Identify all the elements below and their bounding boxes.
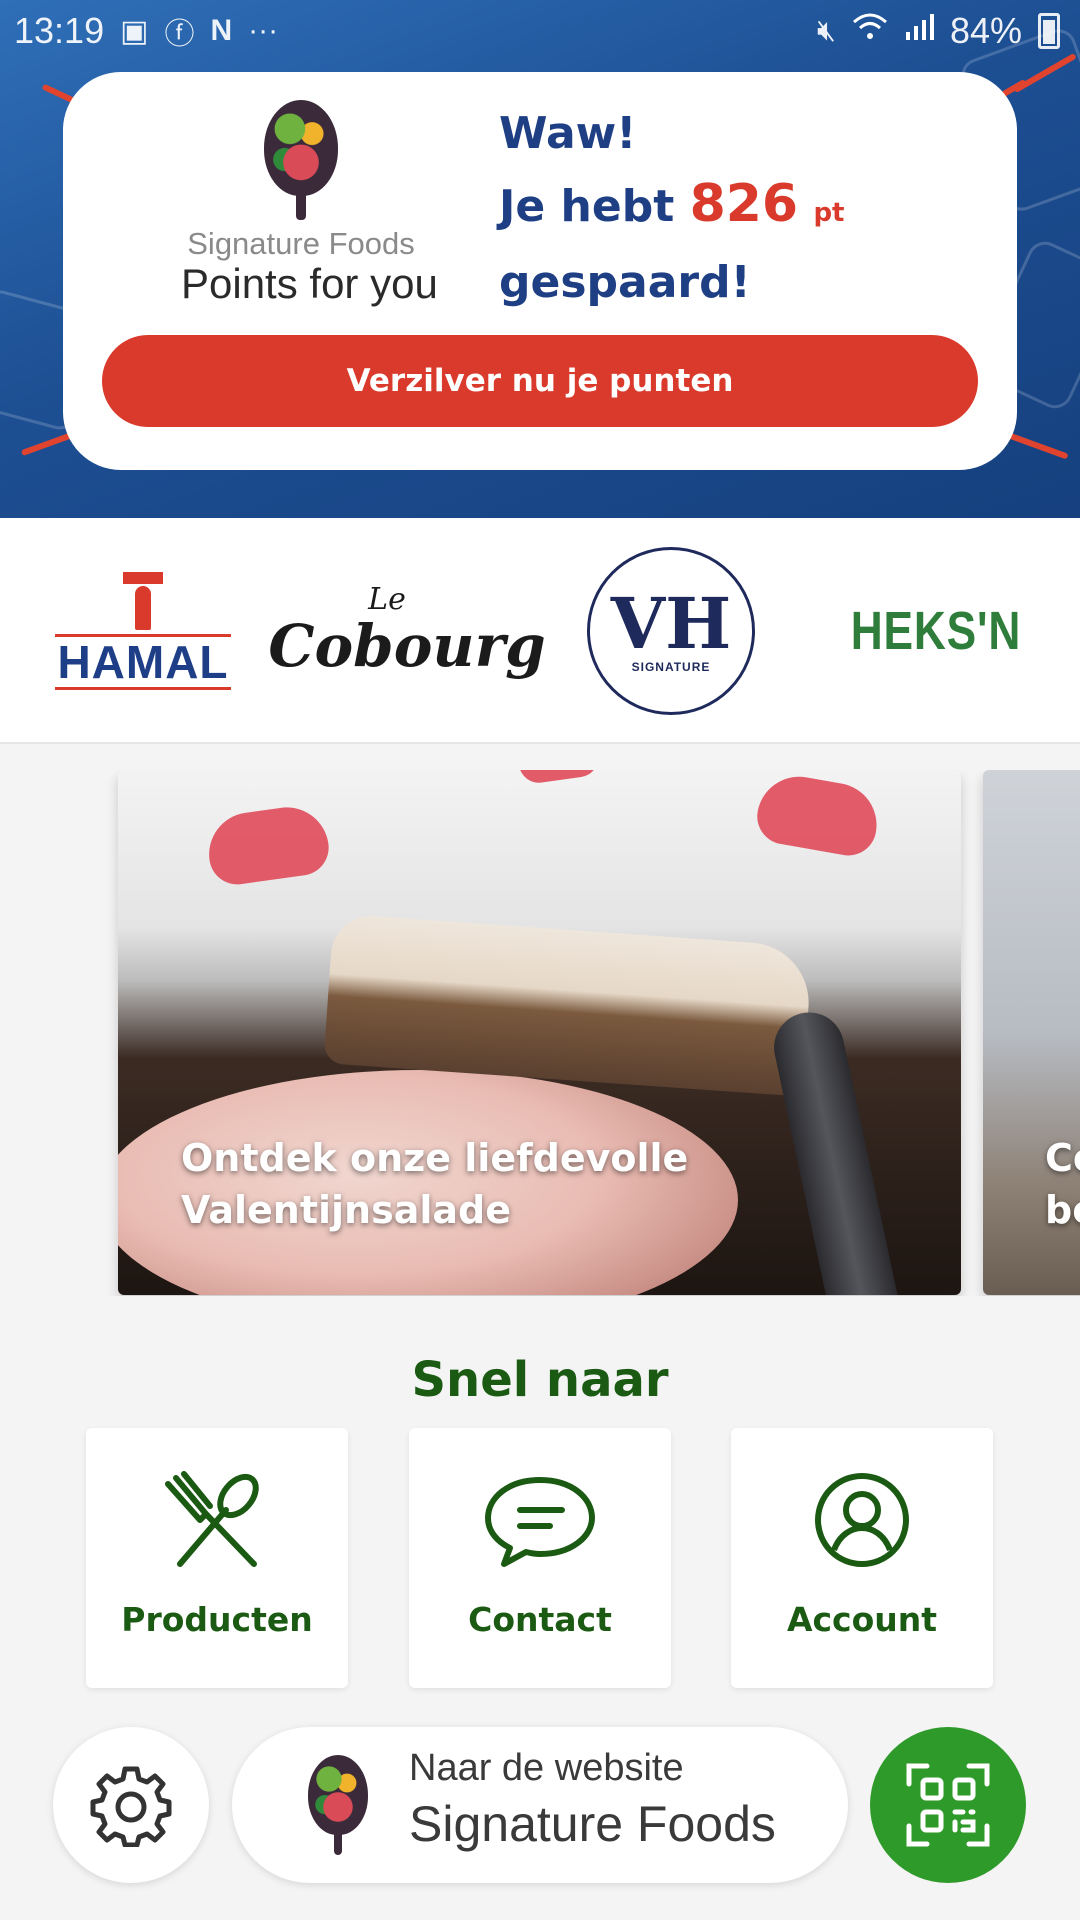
quick-link-label: Contact [468, 1600, 612, 1639]
quick-link-label: Producten [121, 1600, 313, 1639]
vh-badge: VH SIGNATURE [587, 547, 755, 715]
quick-link-label: Account [786, 1600, 938, 1639]
settings-button[interactable] [53, 1727, 209, 1883]
qr-scan-button[interactable] [870, 1727, 1026, 1883]
spoon-logo-icon [264, 100, 338, 220]
brand-vh-signature[interactable]: VH SIGNATURE [586, 518, 756, 744]
points-message: Waw! Je hebt 826 pt gespaard! [499, 100, 844, 317]
slide-title-line: be [1045, 1188, 1080, 1232]
points-unit: pt [813, 198, 845, 228]
wifi-icon [852, 12, 888, 50]
brand-hamal[interactable]: HAMAL [48, 518, 238, 744]
clock: 13:19 [14, 10, 105, 51]
spoon-logo-icon [308, 1755, 368, 1855]
netflix-icon: N [210, 14, 233, 47]
heart-decoration [752, 770, 884, 860]
quick-link-products[interactable]: Producten [86, 1428, 348, 1688]
website-button[interactable]: Naar de website Signature Foods [232, 1727, 848, 1883]
slide-title: Ontdek onze liefdevolle Valentijnsalade [181, 1136, 689, 1232]
points-for-you-logo: Signature Foods Points for you [181, 100, 438, 308]
brand-heksn[interactable]: HEKS'N [836, 518, 1036, 744]
bread-image [323, 913, 813, 1097]
gallery-icon: ▣ [120, 14, 149, 48]
gear-icon [90, 1766, 172, 1847]
points-exclaim: Waw! [499, 108, 637, 159]
brand-heksn-label: HEKS'N [850, 601, 1022, 661]
qr-scan-icon [906, 1763, 990, 1847]
hamal-figure-icon [123, 572, 163, 630]
battery-icon [1038, 13, 1060, 49]
points-prefix: Je hebt [499, 181, 675, 232]
brand-cobourg-label: Cobourg [268, 612, 546, 680]
quick-link-account[interactable]: Account [731, 1428, 993, 1688]
hero-banner: 13:19 ▣ ⓕ N ··· 🔇︎ 84% Signature Foods P… [0, 0, 1080, 518]
points-card: Signature Foods Points for you Waw! Je h… [63, 72, 1017, 470]
logo-tagline: Points for you [181, 260, 438, 307]
more-icon: ··· [248, 14, 279, 47]
cutlery-icon [86, 1470, 348, 1580]
status-bar: 13:19 ▣ ⓕ N ··· 🔇︎ 84% [0, 0, 1080, 62]
heart-decoration [203, 801, 333, 889]
brand-cobourg-small: Le [368, 582, 406, 617]
points-line: Je hebt 826 pt [499, 168, 844, 249]
slide-title-partial: Co be [1045, 1132, 1080, 1236]
redeem-points-button[interactable]: Verzilver nu je punten [102, 335, 978, 427]
website-button-label: Naar de website [409, 1747, 684, 1789]
knife-image [767, 1006, 899, 1295]
quick-link-contact[interactable]: Contact [409, 1428, 671, 1688]
carousel-slide-next[interactable]: Co be [983, 770, 1080, 1295]
chat-bubble-icon [409, 1470, 671, 1580]
points-saved: gespaard! [499, 257, 751, 308]
quick-links-title: Snel naar [411, 1352, 669, 1408]
brand-strip: HAMAL Le Cobourg VH SIGNATURE HEKS'N [0, 518, 1080, 744]
mute-icon: 🔇︎ [817, 14, 836, 47]
website-button-brand: Signature Foods [409, 1796, 776, 1852]
slide-title-line: Co [1045, 1136, 1080, 1180]
brand-hamal-label: HAMAL [55, 634, 231, 690]
carousel-slide[interactable]: Ontdek onze liefdevolle Valentijnsalade [118, 770, 961, 1295]
logo-brand-name: Signature Foods [187, 226, 415, 261]
brand-le-cobourg[interactable]: Le Cobourg [268, 518, 545, 744]
recipe-carousel[interactable]: Ontdek onze liefdevolle Valentijnsalade … [0, 770, 1080, 1296]
points-value: 826 [689, 174, 799, 234]
brand-vh-sub: SIGNATURE [631, 660, 711, 674]
battery-percent: 84% [949, 10, 1022, 51]
signal-icon [904, 12, 934, 50]
heart-decoration [514, 770, 602, 786]
brand-vh-label: VH [610, 582, 732, 665]
facebook-icon: ⓕ [164, 18, 195, 51]
user-icon [731, 1470, 993, 1580]
